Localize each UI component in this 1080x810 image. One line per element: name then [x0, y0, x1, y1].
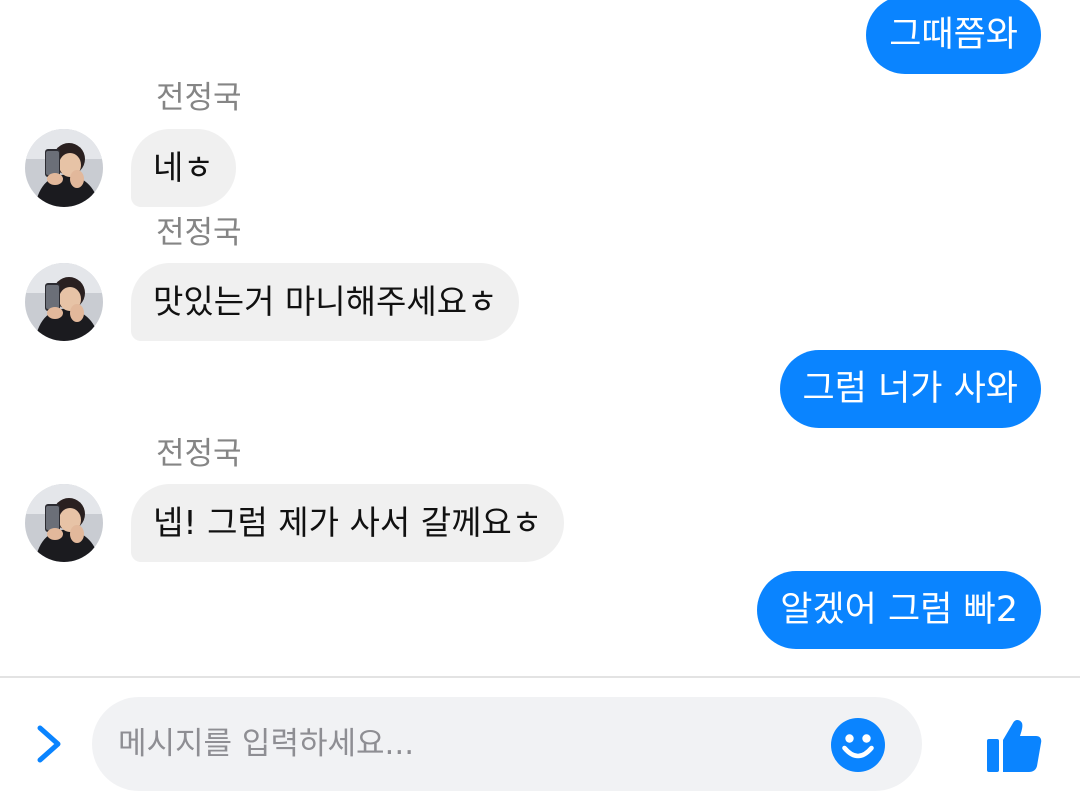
avatar[interactable]	[25, 263, 103, 341]
message-composer	[0, 678, 1080, 810]
chevron-right-icon[interactable]	[32, 722, 68, 766]
message-list[interactable]: 그때쯤와 전정국 네ㅎ 전정국 맛있는거 마니해주세요ㅎ 그럼 너가 사와 전정…	[0, 0, 1080, 676]
message-text: 그때쯤와	[889, 15, 1018, 55]
message-text: 네ㅎ	[153, 148, 214, 187]
message-text: 알겠어 그럼 빠2	[780, 590, 1018, 630]
thumbs-up-icon[interactable]	[985, 716, 1043, 774]
outgoing-message-bubble[interactable]: 그럼 너가 사와	[779, 350, 1041, 428]
outgoing-message-bubble[interactable]: 그때쯤와	[866, 0, 1041, 74]
message-input-container[interactable]	[92, 697, 922, 791]
incoming-message-bubble[interactable]: 넵! 그럼 제가 사서 갈께요ㅎ	[131, 484, 565, 562]
message-text: 그럼 너가 사와	[802, 369, 1018, 409]
outgoing-message-bubble[interactable]: 알겠어 그럼 빠2	[757, 571, 1041, 649]
sender-name: 전정국	[156, 436, 242, 472]
sender-name: 전정국	[156, 80, 242, 116]
avatar[interactable]	[25, 484, 103, 562]
incoming-message-bubble[interactable]: 네ㅎ	[131, 129, 236, 207]
smiley-icon[interactable]	[830, 717, 886, 773]
incoming-message-bubble[interactable]: 맛있는거 마니해주세요ㅎ	[131, 263, 520, 341]
sender-name: 전정국	[156, 215, 242, 251]
avatar[interactable]	[25, 129, 103, 207]
message-text: 넵! 그럼 제가 사서 갈께요ㅎ	[153, 503, 543, 542]
message-input[interactable]	[118, 697, 818, 791]
message-text: 맛있는거 마니해주세요ㅎ	[153, 282, 498, 321]
